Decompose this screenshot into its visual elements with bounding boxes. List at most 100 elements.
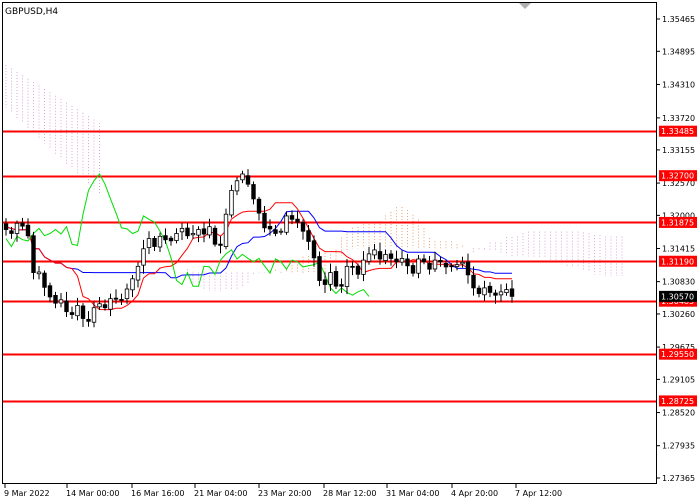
price-tick-label: 1.33720: [662, 114, 695, 123]
time-tick-label: 4 Apr 20:00: [451, 489, 498, 498]
chart-background: [0, 0, 700, 500]
candle-body: [97, 303, 102, 308]
candle-body: [405, 258, 410, 267]
level-badge: 1.33485: [659, 125, 697, 137]
time-tick-label: 7 Apr 12:00: [515, 489, 562, 498]
level-badge: 1.29550: [659, 348, 697, 360]
candle-body: [212, 227, 218, 245]
candle-body: [174, 233, 179, 241]
candle-body: [366, 253, 372, 262]
price-tick-label: 1.30830: [662, 278, 695, 287]
symbol-label: GBPUSD,H4: [5, 7, 58, 17]
current-price-badge-text: 1.30570: [661, 292, 694, 301]
candle-body: [168, 237, 174, 242]
candle-body: [284, 215, 289, 233]
price-chart[interactable]: 1.354651.348951.343101.337201.331551.325…: [0, 0, 700, 500]
price-tick-label: 1.31415: [662, 245, 695, 254]
candle: [212, 225, 218, 247]
candle-body: [432, 259, 438, 270]
candle: [223, 208, 229, 250]
candle-body: [377, 251, 383, 260]
candle-body: [328, 272, 333, 285]
candle-body: [438, 260, 443, 263]
candle-body: [322, 279, 328, 285]
candle-body: [493, 292, 498, 296]
candle-body: [185, 227, 190, 237]
candle-body: [449, 265, 454, 268]
candle-body: [69, 312, 75, 315]
candle-body: [262, 212, 267, 229]
candle-body: [421, 258, 427, 263]
candle-body: [58, 299, 64, 304]
level-badge-text: 1.32700: [661, 172, 694, 181]
candle-body: [190, 233, 196, 236]
candle-body: [108, 298, 113, 310]
candle-body: [498, 291, 504, 296]
candle: [31, 231, 36, 280]
level-badge-text: 1.28725: [661, 397, 694, 406]
candle-body: [273, 229, 278, 234]
candle-body: [9, 230, 14, 234]
candle-body: [317, 256, 322, 281]
price-tick-label: 1.27365: [662, 474, 695, 483]
candle-body: [504, 289, 509, 294]
candle-body: [427, 262, 432, 270]
candle-body: [218, 243, 223, 246]
candle-body: [256, 198, 262, 214]
candle-body: [267, 225, 273, 230]
price-tick-label: 1.34310: [662, 80, 695, 89]
candle-body: [135, 265, 141, 281]
candle-body: [460, 261, 465, 265]
candle-body: [223, 213, 229, 247]
candle-body: [399, 258, 405, 263]
candle-body: [344, 265, 350, 287]
time-tick-label: 23 Mar 20:00: [258, 489, 311, 498]
candle-body: [388, 253, 394, 259]
candle-body: [47, 285, 53, 298]
price-axis: 1.354651.348951.343101.337201.331551.325…: [656, 15, 695, 483]
candle-body: [229, 190, 234, 216]
candle-body: [383, 254, 388, 261]
price-tick-label: 1.33155: [662, 146, 695, 155]
candle-body: [487, 285, 493, 293]
level-badge: 1.28725: [659, 395, 697, 407]
candle-body: [245, 175, 251, 185]
candle-body: [141, 248, 146, 266]
candle-body: [289, 215, 295, 220]
price-tick-label: 1.28520: [662, 409, 695, 418]
candle-body: [14, 222, 20, 234]
candle-body: [443, 263, 449, 268]
candle-body: [361, 259, 366, 275]
candle-body: [300, 222, 306, 232]
candle-body: [333, 271, 339, 287]
candle-body: [295, 218, 300, 223]
candle-body: [146, 238, 152, 248]
candle-body: [75, 305, 80, 317]
candle-body: [454, 264, 460, 267]
price-tick-label: 1.34895: [662, 47, 695, 56]
candle-body: [416, 258, 421, 274]
level-badge-text: 1.31190: [661, 257, 694, 266]
time-tick-label: 21 Mar 04:00: [194, 489, 247, 498]
current-price-badge: 1.30570: [659, 290, 697, 302]
candle-body: [157, 235, 163, 248]
candle-body: [476, 287, 482, 294]
candle-body: [471, 274, 476, 289]
candle-body: [3, 223, 9, 230]
time-tick-label: 9 Mar 2022: [4, 489, 50, 498]
time-tick-label: 31 Mar 04:00: [386, 489, 439, 498]
time-tick-label: 28 Mar 12:00: [323, 489, 376, 498]
price-tick-label: 1.27935: [662, 442, 695, 451]
time-tick-label: 14 Mar 00:00: [66, 489, 119, 498]
candle-body: [36, 271, 42, 275]
candle-body: [31, 235, 36, 273]
candle-body: [91, 307, 97, 323]
level-badge-text: 1.29550: [661, 350, 694, 359]
level-badge-text: 1.33485: [661, 127, 694, 136]
chart-window[interactable]: 1.35465 1.34895 1.34310 1.33720 1.33155 1.325…: [0, 0, 700, 500]
candle-body: [152, 237, 157, 247]
level-badge: 1.32700: [659, 170, 697, 182]
candle-body: [25, 224, 31, 237]
candle-body: [130, 278, 135, 291]
candle-body: [64, 300, 69, 313]
